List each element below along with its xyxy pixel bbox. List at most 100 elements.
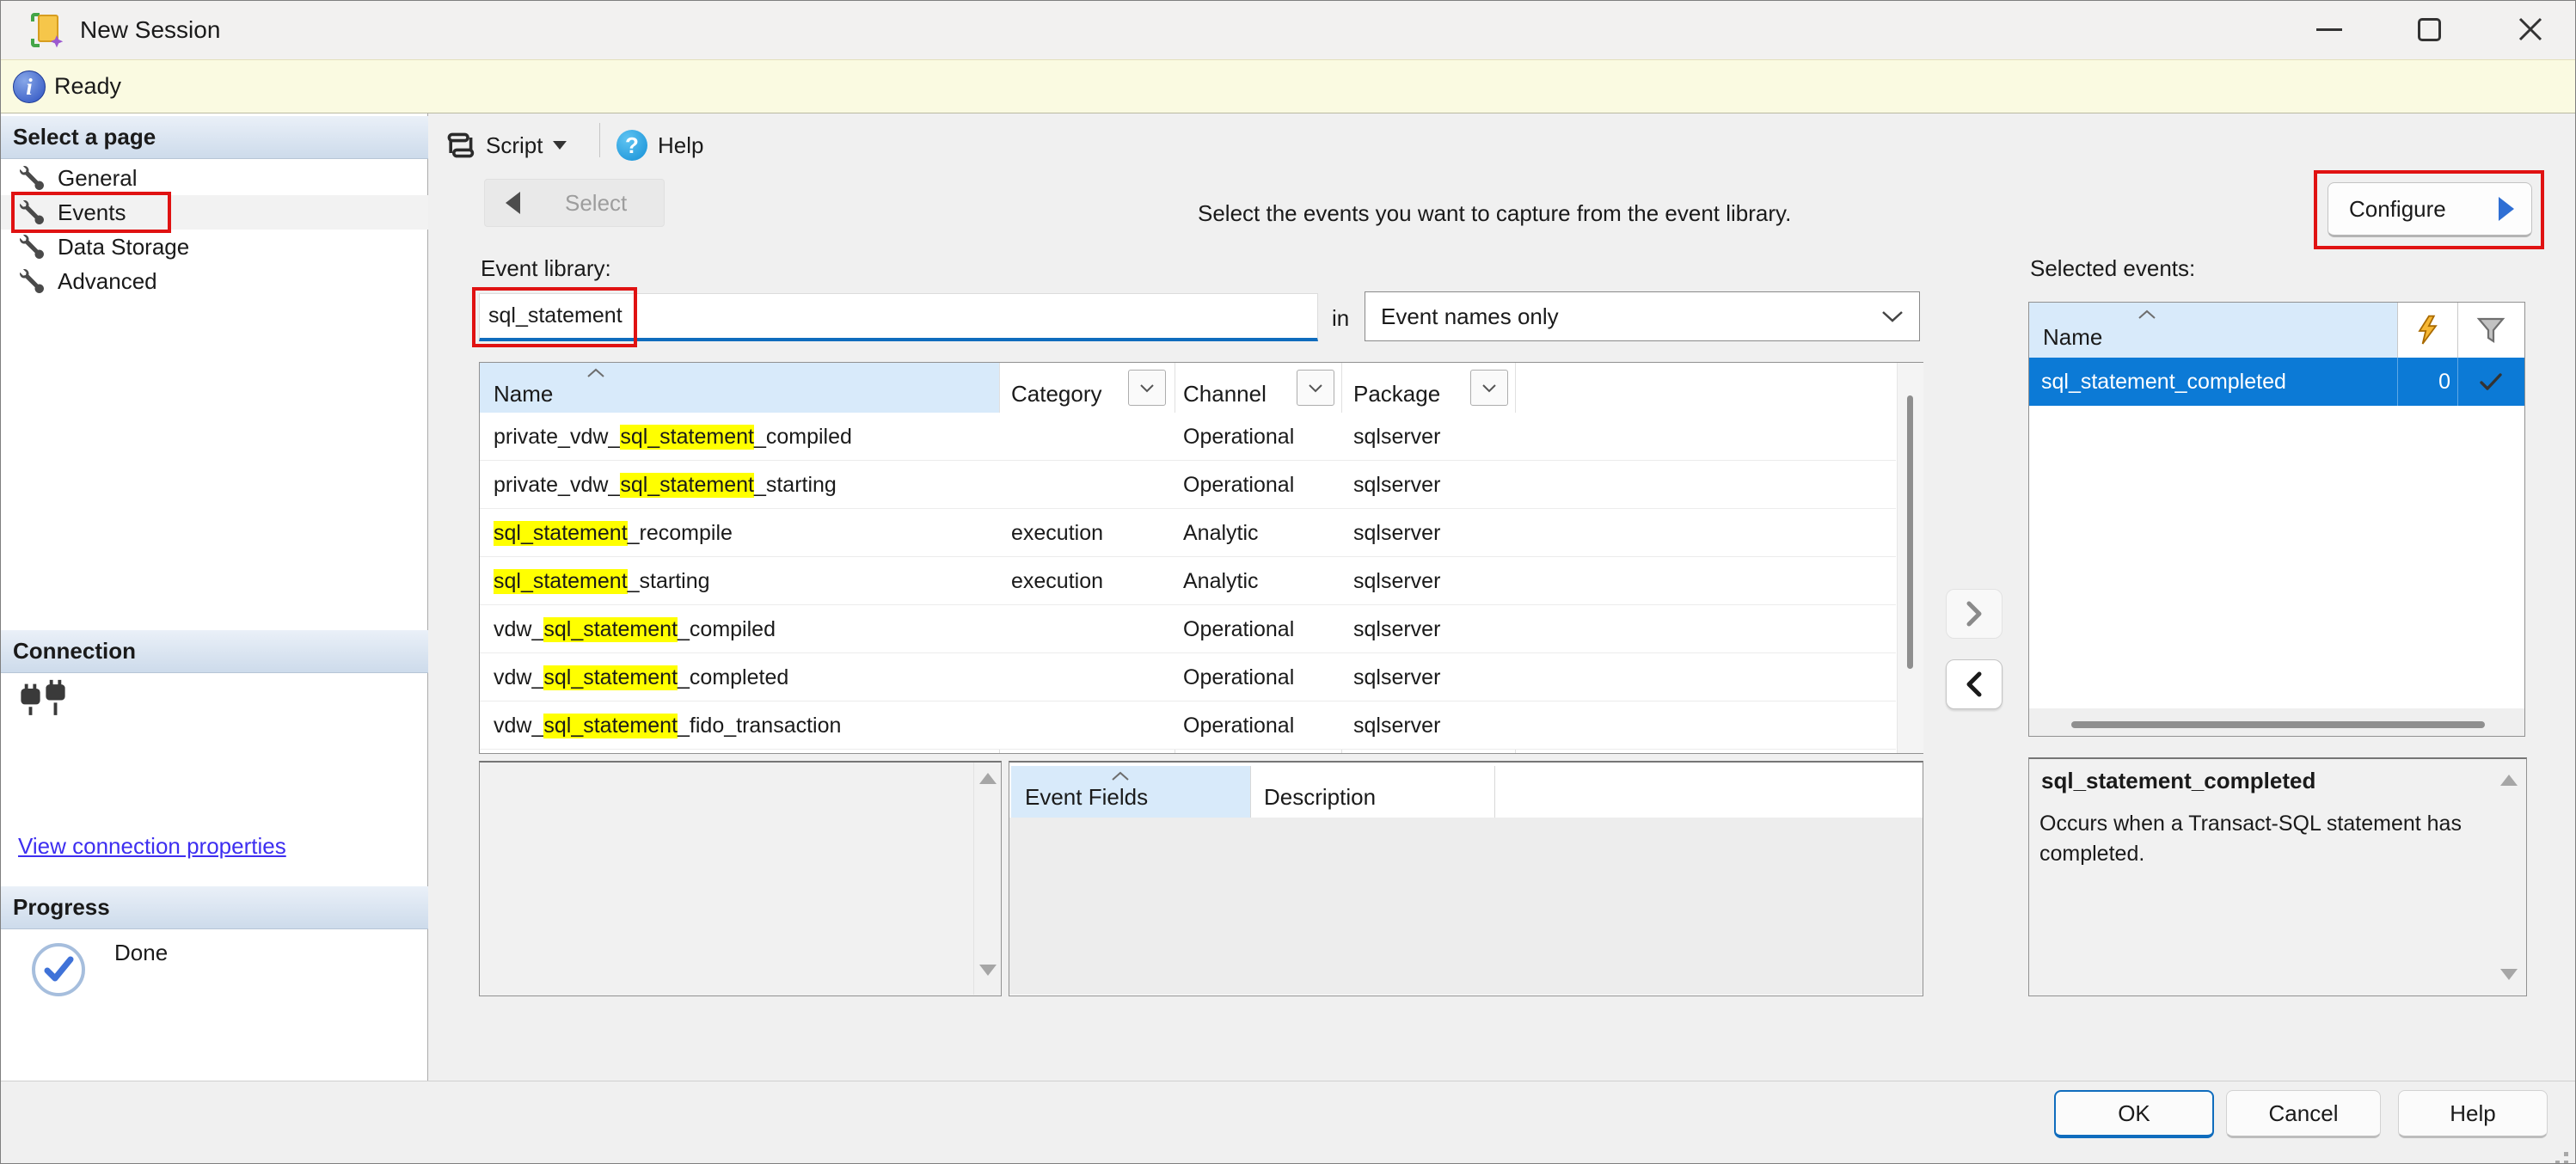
event-description-text: Occurs when a Transact-SQL statement has… (2039, 809, 2487, 869)
wizard-instruction: Select the events you want to capture fr… (1198, 200, 1817, 227)
help-toolbar-button[interactable]: Help (616, 123, 703, 168)
column-header-label: Description (1264, 784, 1376, 811)
column-header-event-fields[interactable]: Event Fields (1011, 766, 1250, 818)
event-package: sqlserver (1353, 557, 1440, 605)
select-a-page-title: Select a page (13, 124, 156, 150)
chevron-down-icon (1139, 383, 1155, 393)
column-header-category[interactable]: Category (1011, 363, 1102, 413)
selected-events-label: Selected events: (2030, 255, 2195, 282)
search-scope-dropdown[interactable]: Event names only (1365, 291, 1920, 341)
search-scope-value: Event names only (1381, 303, 1559, 330)
column-header-channel[interactable]: Channel (1183, 363, 1267, 413)
column-header-label: Name (2043, 324, 2102, 351)
cancel-button[interactable]: Cancel (2226, 1090, 2381, 1138)
remove-event-button[interactable] (1946, 659, 2003, 709)
checkmark-icon (2478, 371, 2504, 392)
sidebar-item-events[interactable]: Events (1, 195, 428, 230)
event-name: _starting (754, 473, 837, 498)
search-match-highlight: sql_statement (543, 617, 678, 642)
event-fields-body (1009, 818, 1923, 995)
table-row[interactable]: private_vdw_sql_statement_compiled Opera… (480, 413, 1896, 461)
vertical-scrollbar[interactable] (1897, 363, 1923, 753)
sidebar-item-general[interactable]: General (1, 161, 428, 195)
event-channel: Operational (1183, 461, 1294, 509)
selected-event-row[interactable]: sql_statement_completed 0 (2029, 358, 2524, 406)
select-back-button[interactable]: Select (484, 179, 665, 227)
event-channel: Operational (1183, 413, 1294, 461)
resize-grip-icon[interactable] (2564, 1152, 2568, 1156)
sidebar-item-data-storage[interactable]: Data Storage (1, 230, 428, 264)
column-header-label: Category (1011, 381, 1102, 407)
cancel-label: Cancel (2269, 1100, 2339, 1127)
package-filter-button[interactable] (1470, 370, 1508, 406)
scroll-up-icon[interactable] (979, 773, 997, 784)
vertical-scrollbar[interactable] (973, 763, 1001, 995)
column-separator (1494, 766, 1495, 818)
event-package: sqlserver (1353, 413, 1440, 461)
ok-button[interactable]: OK (2054, 1090, 2214, 1138)
event-library-table: Name Category Channel Package (479, 362, 1923, 754)
chevron-left-icon (1964, 671, 1984, 698)
sidebar-section-progress: Progress (1, 886, 428, 929)
view-connection-properties-link[interactable]: View connection properties (18, 833, 286, 860)
selected-event-name: sql_statement_completed (2041, 358, 2286, 406)
event-name: _starting (628, 569, 710, 594)
help-icon (616, 130, 647, 161)
table-row[interactable]: private_vdw_sql_statement_starting Opera… (480, 461, 1896, 509)
help-label: Help (658, 132, 703, 159)
selected-column-header-actions[interactable] (2397, 303, 2457, 358)
scroll-down-icon[interactable] (979, 965, 997, 976)
event-channel: Operational (1183, 653, 1294, 701)
event-library-search-input[interactable] (479, 293, 1318, 341)
sidebar-item-label: Advanced (58, 268, 157, 295)
sidebar-section-select-a-page: Select a page (1, 116, 428, 159)
event-name: vdw_ (494, 714, 543, 738)
scrollbar-thumb[interactable] (2071, 721, 2485, 728)
maximize-button[interactable] (2389, 3, 2469, 56)
add-event-button[interactable] (1946, 589, 2003, 639)
horizontal-scrollbar[interactable] (2029, 708, 2524, 736)
table-row[interactable]: vdw_sql_statement_fido_transaction Opera… (480, 701, 1896, 750)
column-header-description[interactable]: Description (1250, 766, 1494, 818)
table-row[interactable]: sql_statement_starting execution Analyti… (480, 557, 1896, 605)
minimize-button[interactable] (2290, 3, 2369, 56)
configure-label: Configure (2349, 196, 2446, 223)
scrollbar-thumb[interactable] (1907, 395, 1913, 669)
selected-column-header-name[interactable]: Name (2029, 303, 2397, 358)
search-match-highlight: sql_statement (543, 665, 678, 690)
sidebar-item-advanced[interactable]: Advanced (1, 264, 428, 298)
table-row[interactable]: sql_statement_recompile execution Analyt… (480, 509, 1896, 557)
event-package: sqlserver (1353, 605, 1440, 653)
close-button[interactable] (2491, 3, 2570, 56)
column-header-label: Event Fields (1025, 784, 1148, 811)
info-icon (13, 70, 46, 103)
search-match-highlight: sql_statement (494, 569, 628, 594)
sort-ascending-icon (586, 368, 605, 377)
column-header-name[interactable]: Name (480, 363, 999, 413)
column-header-package[interactable]: Package (1353, 363, 1440, 413)
selected-column-header-filter[interactable] (2457, 303, 2524, 358)
event-package: sqlserver (1353, 461, 1440, 509)
table-row[interactable]: vdw_sql_statement_compiled Operational s… (480, 605, 1896, 653)
event-channel: Operational (1183, 701, 1294, 750)
event-channel: Analytic (1183, 509, 1259, 557)
in-label: in (1332, 305, 1349, 332)
script-button[interactable]: Script (445, 123, 567, 168)
event-channel: Operational (1183, 605, 1294, 653)
event-description-title: sql_statement_completed (2041, 768, 2315, 794)
selected-events-table: Name sql_statement_completed 0 (2028, 302, 2525, 737)
event-name: private_vdw_ (494, 473, 620, 498)
sidebar-item-label: General (58, 165, 138, 192)
table-row[interactable]: vdw_sql_statement_completed Operational … (480, 653, 1896, 701)
channel-filter-button[interactable] (1297, 370, 1334, 406)
configure-button[interactable]: Configure (2328, 182, 2532, 237)
sidebar-item-label: Data Storage (58, 234, 189, 260)
wrench-icon (20, 166, 44, 190)
help-button[interactable]: Help (2398, 1090, 2548, 1138)
scroll-up-icon[interactable] (2500, 775, 2518, 786)
scroll-down-icon[interactable] (2500, 969, 2518, 980)
lightning-bolt-icon (2416, 315, 2438, 346)
event-name: private_vdw_ (494, 425, 620, 450)
category-filter-button[interactable] (1128, 370, 1166, 406)
search-match-highlight: sql_statement (543, 714, 678, 738)
